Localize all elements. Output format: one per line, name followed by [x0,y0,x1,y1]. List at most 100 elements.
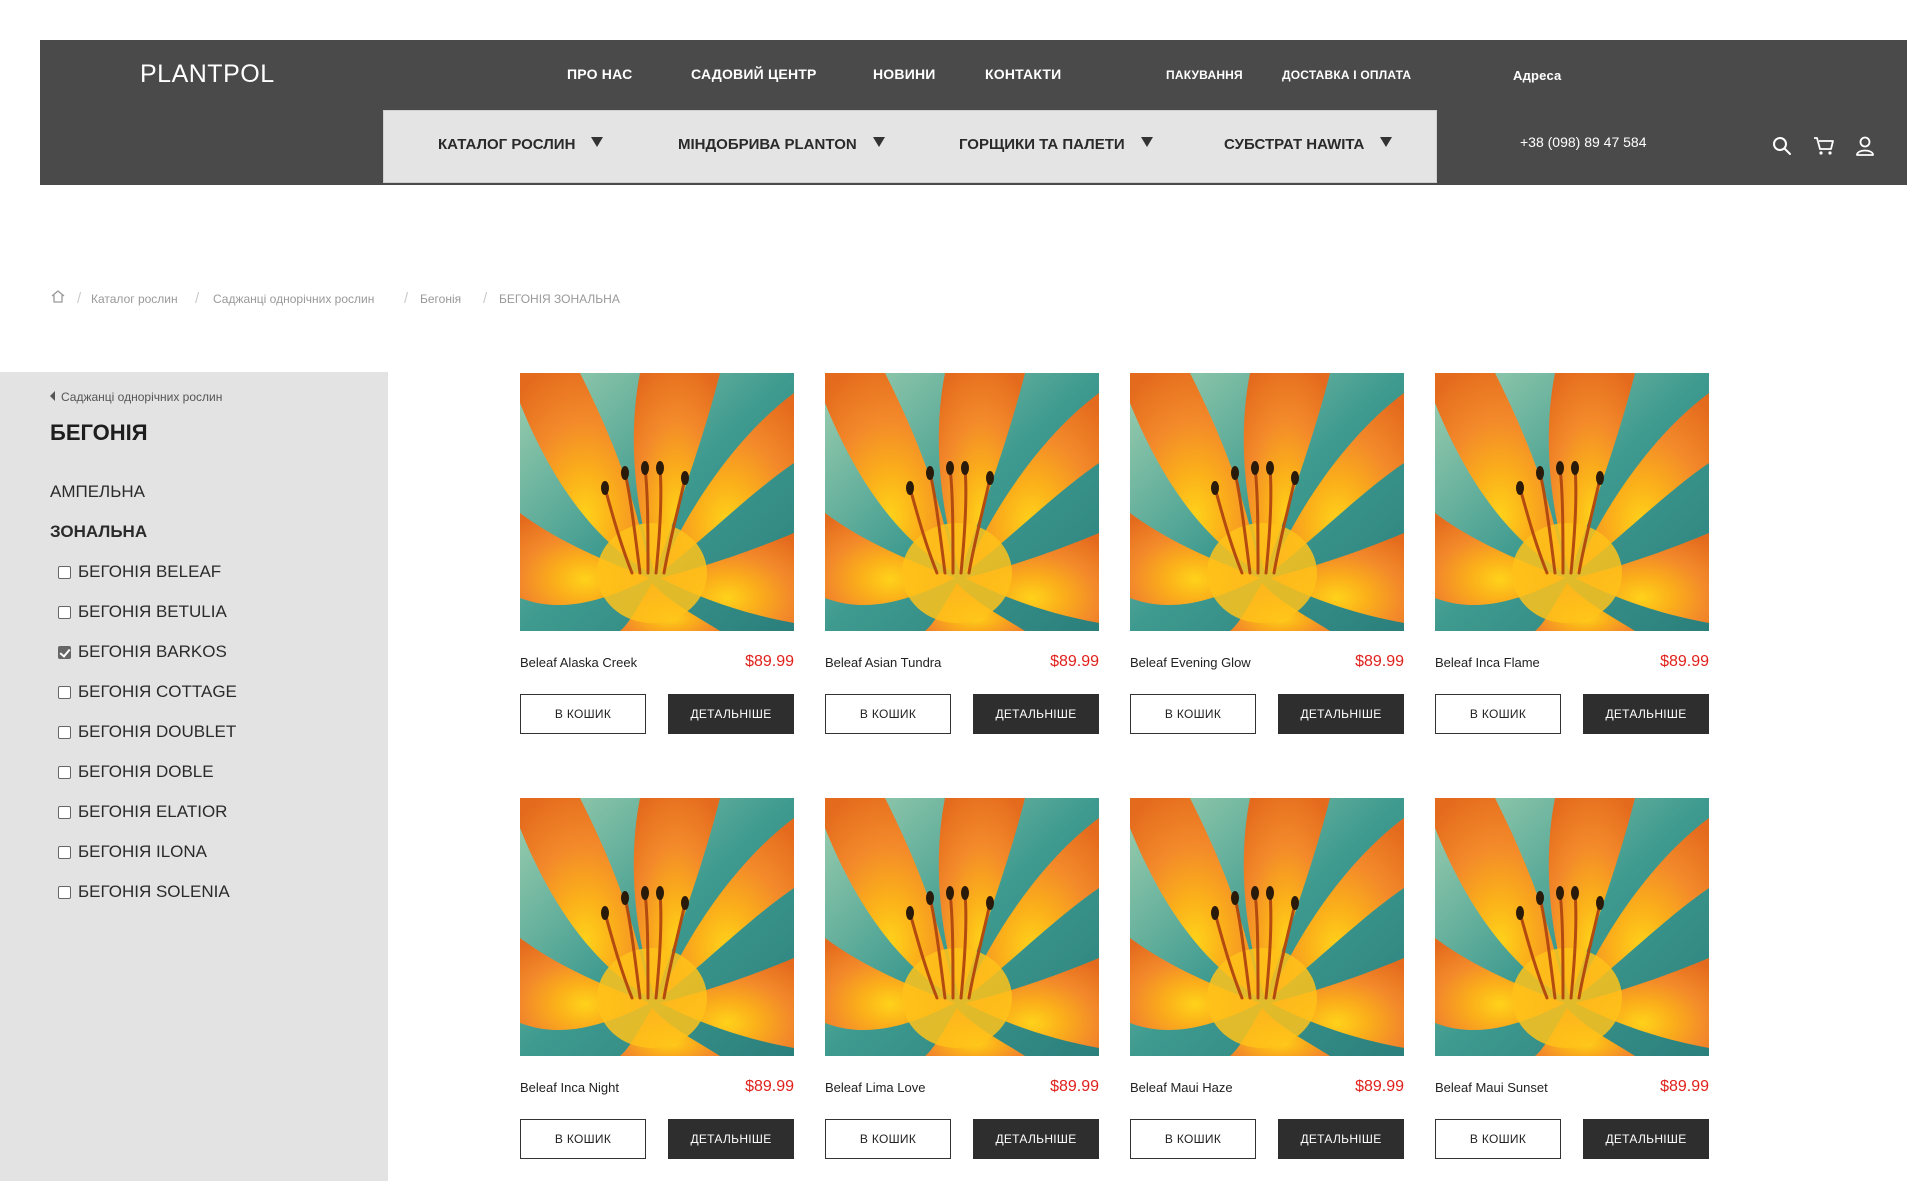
product-price: $89.99 [745,1078,794,1095]
nav-packaging[interactable]: ПАКУВАННЯ [1166,68,1243,82]
filter-label: БЕГОНІЯ BETULIA [78,602,227,621]
category-bar: КАТАЛОГ РОСЛИН МІНДОБРИВА PLANTON ГОРЩИК… [383,110,1437,183]
breadcrumb-separator: / [404,290,409,307]
details-button[interactable]: ДЕТАЛЬНІШЕ [973,1119,1099,1159]
checkbox[interactable] [58,646,71,659]
checkbox[interactable] [58,766,71,779]
product-name[interactable]: Beleaf Maui Haze [1130,1080,1233,1095]
product-price: $89.99 [1050,653,1099,670]
breadcrumb-item[interactable]: Каталог рослин [91,292,178,306]
add-to-cart-button[interactable]: В КОШИК [825,1119,951,1159]
details-button[interactable]: ДЕТАЛЬНІШЕ [1583,1119,1709,1159]
category-fertilizers[interactable]: МІНДОБРИВА PLANTON [678,136,885,153]
brand-logo[interactable]: PLANTPOL [140,60,275,89]
details-button[interactable]: ДЕТАЛЬНІШЕ [668,694,794,734]
sidebar-title: БЕГОНІЯ [50,420,148,445]
product-image[interactable] [1435,373,1709,631]
nav-news[interactable]: НОВИНИ [873,66,936,82]
product-card: Beleaf Alaska Creek $89.99 В КОШИК ДЕТАЛЬНІ… [520,373,794,734]
category-label: СУБСТРАТ HAWITA [1224,136,1365,153]
subcategory-zonalna[interactable]: ЗОНАЛЬНА [50,522,147,542]
product-image[interactable] [825,798,1099,1056]
filter-label: БЕГОНІЯ BELEAF [78,562,222,581]
product-price: $89.99 [1355,653,1404,670]
site-header: PLANTPOL ПРО НАС САДОВИЙ ЦЕНТР НОВИНИ КО… [40,40,1907,185]
back-link-label: Саджанці однорічних рослин [61,390,223,404]
category-label: МІНДОБРИВА PLANTON [678,136,857,153]
checkbox[interactable] [58,686,71,699]
product-price: $89.99 [1355,1078,1404,1095]
breadcrumb-separator: / [77,290,82,307]
breadcrumb-separator: / [483,290,488,307]
filter-label: БЕГОНІЯ SOLENIA [78,882,230,901]
product-card: Beleaf Lima Love $89.99 В КОШИК ДЕТАЛЬНІШЕ [825,798,1099,1159]
product-price: $89.99 [745,653,794,670]
product-price: $89.99 [1050,1078,1099,1095]
category-label: ГОРЩИКИ ТА ПАЛЕТИ [959,136,1125,153]
add-to-cart-button[interactable]: В КОШИК [1435,694,1561,734]
add-to-cart-button[interactable]: В КОШИК [825,694,951,734]
product-image[interactable] [520,373,794,631]
product-name[interactable]: Beleaf Inca Flame [1435,655,1540,670]
checkbox[interactable] [58,726,71,739]
cart-icon[interactable] [1812,134,1836,158]
add-to-cart-button[interactable]: В КОШИК [520,1119,646,1159]
product-card: Beleaf Asian Tundra $89.99 В КОШИК ДЕТАЛЬНІ… [825,373,1099,734]
product-image[interactable] [1130,798,1404,1056]
category-substrate[interactable]: СУБСТРАТ HAWITA [1224,136,1393,153]
add-to-cart-button[interactable]: В КОШИК [1130,694,1256,734]
dropdown-arrow-icon [872,137,885,147]
search-icon[interactable] [1770,134,1794,158]
details-button[interactable]: ДЕТАЛЬНІШЕ [1583,694,1709,734]
add-to-cart-button[interactable]: В КОШИК [1130,1119,1256,1159]
breadcrumb-item[interactable]: Саджанці однорічних рослин [213,292,374,306]
nav-about[interactable]: ПРО НАС [567,66,632,82]
breadcrumb-current: БЕГОНІЯ ЗОНАЛЬНА [499,292,620,306]
product-image[interactable] [825,373,1099,631]
checkbox[interactable] [58,846,71,859]
product-image[interactable] [520,798,794,1056]
phone-number[interactable]: +38 (098) 89 47 584 [1520,134,1647,150]
nav-contacts[interactable]: КОНТАКТИ [985,66,1061,82]
home-icon[interactable] [50,289,66,307]
dropdown-arrow-icon [1380,137,1393,147]
product-card: Beleaf Inca Flame $89.99 В КОШИК ДЕТАЛЬНІШЕ [1435,373,1709,734]
product-image[interactable] [1130,373,1404,631]
category-plants[interactable]: КАТАЛОГ РОСЛИН [438,136,604,153]
product-name[interactable]: Beleaf Lima Love [825,1080,925,1095]
chevron-left-icon [50,391,55,401]
details-button[interactable]: ДЕТАЛЬНІШЕ [973,694,1099,734]
sidebar: Саджанці однорічних рослин БЕГОНІЯ АМПЕЛ… [0,372,388,1181]
dropdown-arrow-icon [1140,137,1153,147]
details-button[interactable]: ДЕТАЛЬНІШЕ [1278,1119,1404,1159]
breadcrumb-separator: / [195,290,200,307]
category-pots[interactable]: ГОРЩИКИ ТА ПАЛЕТИ [959,136,1153,153]
checkbox[interactable] [58,886,71,899]
filter-label: БЕГОНІЯ COTTAGE [78,682,237,701]
subcategory-ampelna[interactable]: АМПЕЛЬНА [50,482,145,502]
nav-garden-center[interactable]: САДОВИЙ ЦЕНТР [691,66,817,82]
product-name[interactable]: Beleaf Alaska Creek [520,655,637,670]
product-name[interactable]: Beleaf Maui Sunset [1435,1080,1548,1095]
checkbox[interactable] [58,566,71,579]
product-price: $89.99 [1660,1078,1709,1095]
product-card: Beleaf Evening Glow $89.99 В КОШИК ДЕТАЛЬНІ… [1130,373,1404,734]
nav-address[interactable]: Адреса [1513,68,1561,83]
filter-label: БЕГОНІЯ ELATIOR [78,802,228,821]
breadcrumb-item[interactable]: Бегонія [420,292,461,306]
add-to-cart-button[interactable]: В КОШИК [1435,1119,1561,1159]
filter-label: БЕГОНІЯ DOUBLET [78,722,237,741]
checkbox[interactable] [58,806,71,819]
add-to-cart-button[interactable]: В КОШИК [520,694,646,734]
product-image[interactable] [1435,798,1709,1056]
checkbox[interactable] [58,606,71,619]
nav-delivery[interactable]: ДОСТАВКА І ОПЛАТА [1282,68,1411,82]
back-link[interactable]: Саджанці однорічних рослин [50,390,222,404]
product-name[interactable]: Beleaf Evening Glow [1130,655,1251,670]
details-button[interactable]: ДЕТАЛЬНІШЕ [668,1119,794,1159]
product-name[interactable]: Beleaf Asian Tundra [825,655,941,670]
product-card: Beleaf Maui Sunset $89.99 В КОШИК ДЕТАЛЬНІШ… [1435,798,1709,1159]
details-button[interactable]: ДЕТАЛЬНІШЕ [1278,694,1404,734]
product-name[interactable]: Beleaf Inca Night [520,1080,619,1095]
user-icon[interactable] [1853,134,1877,158]
